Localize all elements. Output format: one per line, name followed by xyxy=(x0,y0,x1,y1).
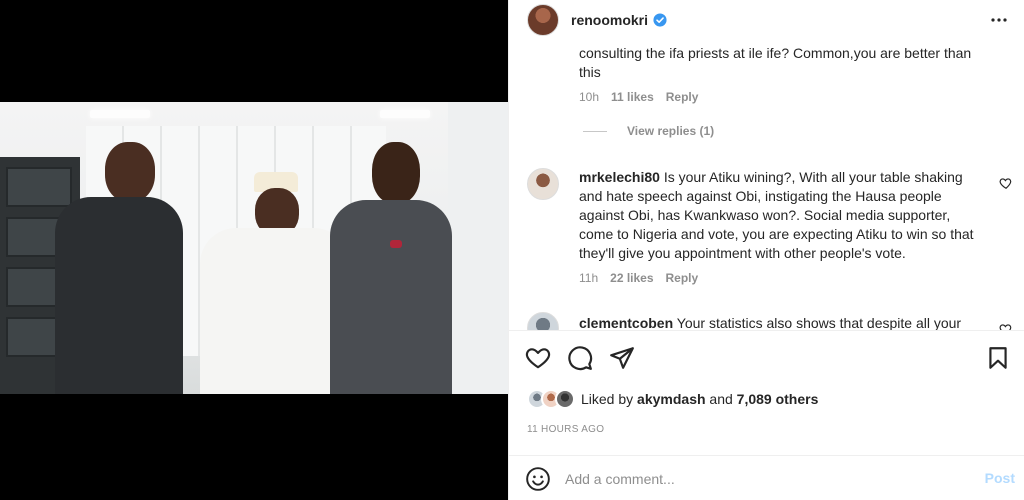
emoji-icon[interactable] xyxy=(525,466,551,492)
add-comment-input[interactable] xyxy=(565,470,945,487)
author-avatar[interactable] xyxy=(527,4,559,36)
post-button[interactable]: Post xyxy=(985,470,1015,486)
liked-by-user[interactable]: akymdash xyxy=(637,391,705,407)
comment-icon[interactable] xyxy=(567,345,593,371)
liker-avatar[interactable] xyxy=(555,389,575,409)
more-icon[interactable] xyxy=(987,8,1011,32)
comment-item: consulting the ifa priests at ile ife? C… xyxy=(579,44,979,138)
post-time[interactable]: 11 HOURS AGO xyxy=(527,424,604,435)
comment-likes[interactable]: 11 likes xyxy=(611,90,654,104)
post-actions: Liked by akymdash and 7,089 others 11 HO… xyxy=(509,330,1024,500)
background-wall xyxy=(448,102,508,394)
liked-by-row: Liked by akymdash and 7,089 others xyxy=(527,389,818,409)
comment-time: 11h xyxy=(579,271,599,285)
commenter-avatar[interactable] xyxy=(527,168,559,200)
instagram-post: renoomokri consulting the ifa priests at… xyxy=(0,0,1024,500)
comment-username[interactable]: clementcoben xyxy=(579,315,673,330)
comment-text: Your statistics also shows that despite … xyxy=(676,315,962,330)
reply-button[interactable]: Reply xyxy=(666,90,699,104)
comment-item: mrkelechi80 Is your Atiku wining?, With … xyxy=(579,168,977,285)
post-side-panel: renoomokri consulting the ifa priests at… xyxy=(508,0,1024,500)
view-replies-row[interactable]: View replies (1) xyxy=(579,124,979,138)
liked-by-text: Liked by akymdash and 7,089 others xyxy=(581,391,818,407)
reply-button[interactable]: Reply xyxy=(666,271,699,285)
post-photo[interactable] xyxy=(0,102,508,394)
comment-username[interactable]: mrkelechi80 xyxy=(579,169,660,185)
view-replies-line xyxy=(583,130,607,132)
ceiling-light xyxy=(90,110,150,118)
comment-text: consulting the ifa priests at ile ife? C… xyxy=(579,45,972,80)
post-header: renoomokri xyxy=(509,0,1024,40)
heart-icon[interactable] xyxy=(999,322,1013,330)
add-comment-bar: Post xyxy=(509,455,1024,500)
comment-likes[interactable]: 22 likes xyxy=(610,271,653,285)
author-username[interactable]: renoomokri xyxy=(571,12,648,28)
share-icon[interactable] xyxy=(609,345,635,371)
commenter-avatar[interactable] xyxy=(527,312,559,330)
liked-by-prefix: Liked by xyxy=(581,391,634,407)
liked-by-and: and xyxy=(709,391,733,407)
comment-body: mrkelechi80 Is your Atiku wining?, With … xyxy=(579,168,977,263)
comment-body: clementcoben Your statistics also shows … xyxy=(579,314,977,330)
comment-item: clementcoben Your statistics also shows … xyxy=(579,314,977,330)
verified-icon xyxy=(653,13,667,27)
comments-list[interactable]: consulting the ifa priests at ile ife? C… xyxy=(509,40,1024,330)
heart-icon[interactable] xyxy=(999,176,1013,190)
liked-by-others[interactable]: 7,089 others xyxy=(737,391,819,407)
comment-meta: 10h 11 likes Reply xyxy=(579,90,979,104)
view-replies-button[interactable]: View replies (1) xyxy=(627,124,714,138)
ceiling-light xyxy=(380,110,430,118)
comment-meta: 11h 22 likes Reply xyxy=(579,271,977,285)
bookmark-icon[interactable] xyxy=(985,345,1011,371)
heart-icon[interactable] xyxy=(525,345,551,371)
post-media[interactable] xyxy=(0,0,508,500)
comment-time: 10h xyxy=(579,90,600,104)
action-icons xyxy=(525,345,635,371)
